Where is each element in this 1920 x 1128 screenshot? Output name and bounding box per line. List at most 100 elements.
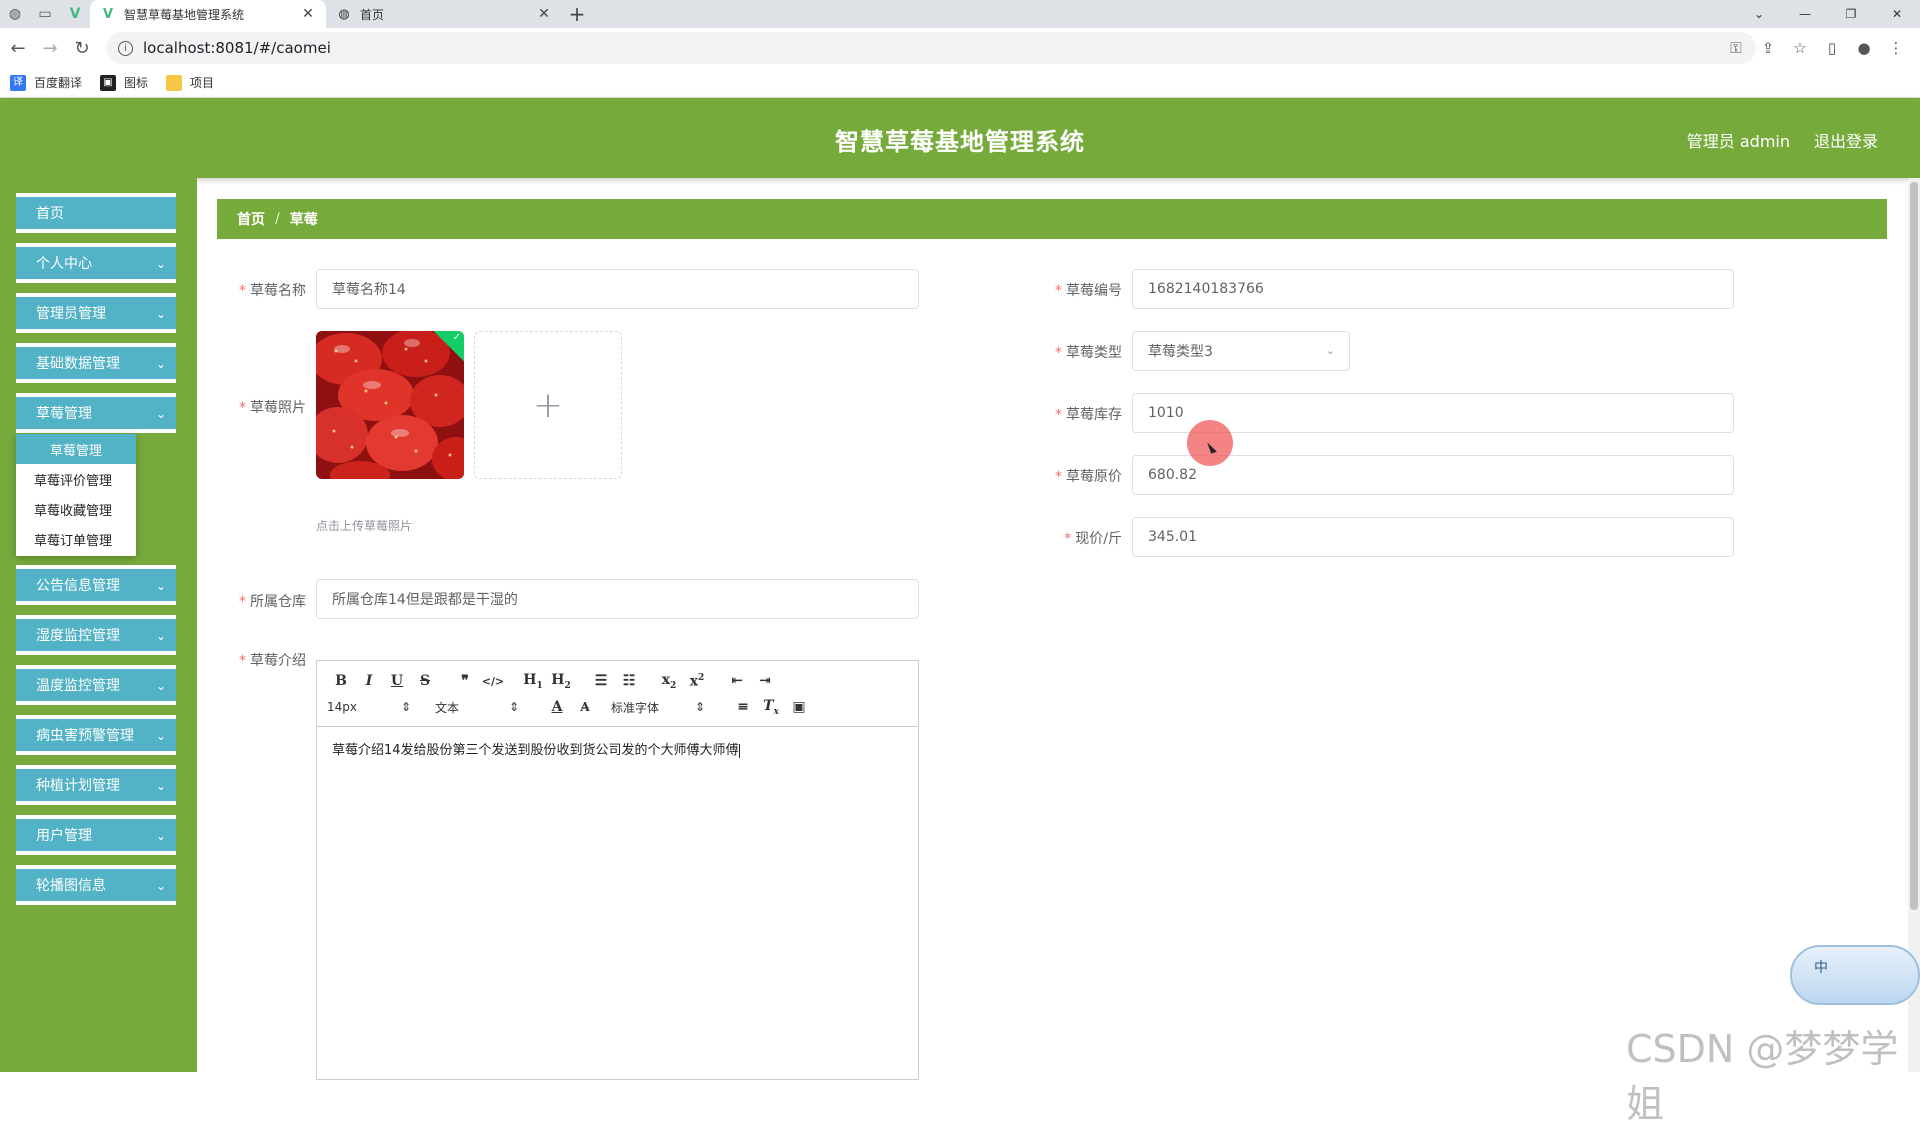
font-size-select[interactable]: 14px ⇕ [327, 700, 411, 714]
intro-label: * 草莓介绍 [239, 653, 306, 669]
subscript-icon[interactable]: x2 [655, 672, 683, 691]
submenu-item-strawberry[interactable]: 草莓管理 [16, 434, 136, 464]
ime-floating-widget[interactable]: 中 [1790, 945, 1920, 1005]
minimize-icon[interactable]: — [1782, 0, 1828, 28]
sidebar-item-label: 基础数据管理 [36, 356, 120, 372]
menu-dots-icon[interactable]: ⋮ [1880, 39, 1912, 57]
key-icon[interactable]: ⚿ [1720, 39, 1752, 57]
blank-tab-icon[interactable]: ▭ [30, 0, 60, 28]
sidebar-item-basedata[interactable]: 基础数据管理 ⌄ [16, 343, 176, 383]
chevron-down-icon: ⌄ [155, 307, 166, 321]
sidebar-item-temperature[interactable]: 温度监控管理 ⌄ [16, 665, 176, 705]
italic-icon[interactable]: I [355, 673, 383, 689]
align-icon[interactable]: ≡ [729, 699, 757, 715]
submenu-item-order[interactable]: 草莓订单管理 [16, 524, 136, 554]
sidebar-item-notice[interactable]: 公告信息管理 ⌄ [16, 565, 176, 605]
bookmark-item[interactable]: 译百度翻译 [10, 74, 82, 91]
cur-price-input[interactable]: 345.01 [1132, 517, 1734, 557]
outdent-icon[interactable]: ⇤ [723, 673, 751, 689]
cur-price-input-value: 345.01 [1148, 529, 1197, 545]
submenu-item-review[interactable]: 草莓评价管理 [16, 464, 136, 494]
chevron-down-icon: ⌄ [155, 629, 166, 643]
bullet-list-icon[interactable]: ☷ [615, 673, 643, 689]
share-icon[interactable]: ⇪ [1752, 39, 1784, 57]
name-input-value: 草莓名称14 [332, 282, 406, 298]
orig-price-input-value: 680.82 [1148, 467, 1197, 483]
vue-icon[interactable]: V [60, 0, 90, 28]
tab-title: 首页 [360, 7, 385, 22]
font-color-icon[interactable]: A [543, 699, 571, 715]
sidebar-item-home[interactable]: 首页 [16, 193, 176, 233]
code-icon[interactable]: </> [479, 675, 507, 688]
info-icon[interactable]: i [118, 40, 133, 56]
tab-title: 智慧草莓基地管理系统 [124, 7, 245, 22]
block-format-select[interactable]: 文本 ⇕ [435, 699, 519, 716]
bookmark-item[interactable]: ▣ 图标 [100, 74, 148, 91]
browser-tab-bar: ◍ ▭ V V 智慧草莓基地管理系统 ✕ ◍ 首页 ✕ + ⌄ — ❐ ✕ [0, 0, 1920, 28]
sidebar-item-pest[interactable]: 病虫害预警管理 ⌄ [16, 715, 176, 755]
name-input[interactable]: 草莓名称14 [316, 269, 919, 309]
clear-format-icon[interactable]: Tx [757, 698, 785, 717]
image-insert-icon[interactable]: ▣ [785, 699, 813, 715]
sidebar-item-admin[interactable]: 管理员管理 ⌄ [16, 293, 176, 333]
font-family-select[interactable]: 标准字体 ⇕ [611, 699, 705, 716]
scrollbar-thumb[interactable] [1910, 182, 1918, 910]
breadcrumb-home[interactable]: 首页 [237, 209, 265, 229]
url-bar[interactable]: i localhost:8081/#/caomei [106, 32, 1756, 64]
background-color-icon[interactable]: A̶ [571, 700, 599, 714]
text-caret [738, 743, 740, 758]
chevron-down-icon: ⌄ [155, 729, 166, 743]
warehouse-input-value: 所属仓库14但是跟都是干湿的 [332, 592, 518, 608]
ime-mode: 中 [1814, 960, 1828, 976]
sidebar-item-users[interactable]: 用户管理 ⌄ [16, 815, 176, 855]
heading2-icon[interactable]: H2 [547, 672, 575, 691]
sidepanel-icon[interactable]: ▯ [1816, 39, 1848, 57]
strawberry-submenu: 草莓管理 草莓评价管理 草莓收藏管理 草莓订单管理 [16, 434, 136, 556]
orig-price-label: * 草莓原价 [1055, 469, 1122, 485]
editor-content[interactable]: 草莓介绍14发给股份第三个发送到股份收到货公司发的个大师傅大师傅 [317, 727, 918, 770]
restore-icon[interactable]: ❐ [1828, 0, 1874, 28]
type-select[interactable]: 草莓类型3 ⌄ [1132, 331, 1350, 371]
blockquote-icon[interactable]: ❞ [451, 673, 479, 689]
submenu-item-favorite[interactable]: 草莓收藏管理 [16, 494, 136, 524]
back-icon[interactable]: ← [2, 32, 34, 64]
new-tab-button[interactable]: + [562, 0, 592, 28]
strike-icon[interactable]: S [411, 673, 439, 689]
reload-icon[interactable]: ↻ [66, 32, 98, 64]
browser-tab[interactable]: ◍ 首页 ✕ [326, 0, 562, 28]
heading1-icon[interactable]: H1 [519, 672, 547, 691]
cur-price-label: * 现价/斤 [1064, 531, 1122, 547]
close-icon[interactable]: ✕ [300, 6, 316, 22]
sidebar-item-humidity[interactable]: 湿度监控管理 ⌄ [16, 615, 176, 655]
bookmarks-bar: 译百度翻译 ▣ 图标 项目 [0, 68, 1920, 98]
code-input[interactable]: 1682140183766 [1132, 269, 1734, 309]
bookmark-item[interactable]: 项目 [166, 74, 214, 91]
indent-icon[interactable]: ⇥ [751, 673, 779, 689]
browser-tab-active[interactable]: V 智慧草莓基地管理系统 ✕ [90, 0, 326, 28]
sidebar-item-personal[interactable]: 个人中心 ⌄ [16, 243, 176, 283]
updown-icon: ⇕ [694, 700, 705, 714]
globe-icon: ◍ [338, 6, 350, 22]
sidebar-item-carousel[interactable]: 轮播图信息 ⌄ [16, 865, 176, 905]
warehouse-input[interactable]: 所属仓库14但是跟都是干湿的 [316, 579, 919, 619]
ordered-list-icon[interactable]: ☰ [587, 673, 615, 689]
forward-icon[interactable]: → [34, 32, 66, 64]
strawberry-photo[interactable]: ✓ [316, 331, 464, 479]
close-window-icon[interactable]: ✕ [1874, 0, 1920, 28]
upload-button[interactable]: + [474, 331, 622, 479]
star-icon[interactable]: ☆ [1784, 39, 1816, 57]
sidebar-item-label: 管理员管理 [36, 306, 106, 322]
sidebar-item-strawberry[interactable]: 草莓管理 ⌄ [16, 393, 176, 433]
profile-icon[interactable]: ● [1848, 39, 1880, 57]
photo-upload-tip: 点击上传草莓照片 [316, 519, 413, 533]
sidebar-item-label: 公告信息管理 [36, 578, 120, 594]
logout-link[interactable]: 退出登录 [1814, 128, 1878, 152]
underline-icon[interactable]: U [383, 673, 411, 689]
sidebar-item-label: 草莓管理 [36, 406, 92, 422]
globe-icon[interactable]: ◍ [0, 0, 30, 28]
close-icon[interactable]: ✕ [536, 6, 552, 22]
bold-icon[interactable]: B [327, 673, 355, 689]
sidebar-item-plan[interactable]: 种植计划管理 ⌄ [16, 765, 176, 805]
superscript-icon[interactable]: x2 [683, 673, 711, 690]
tab-search-icon[interactable]: ⌄ [1736, 0, 1782, 28]
